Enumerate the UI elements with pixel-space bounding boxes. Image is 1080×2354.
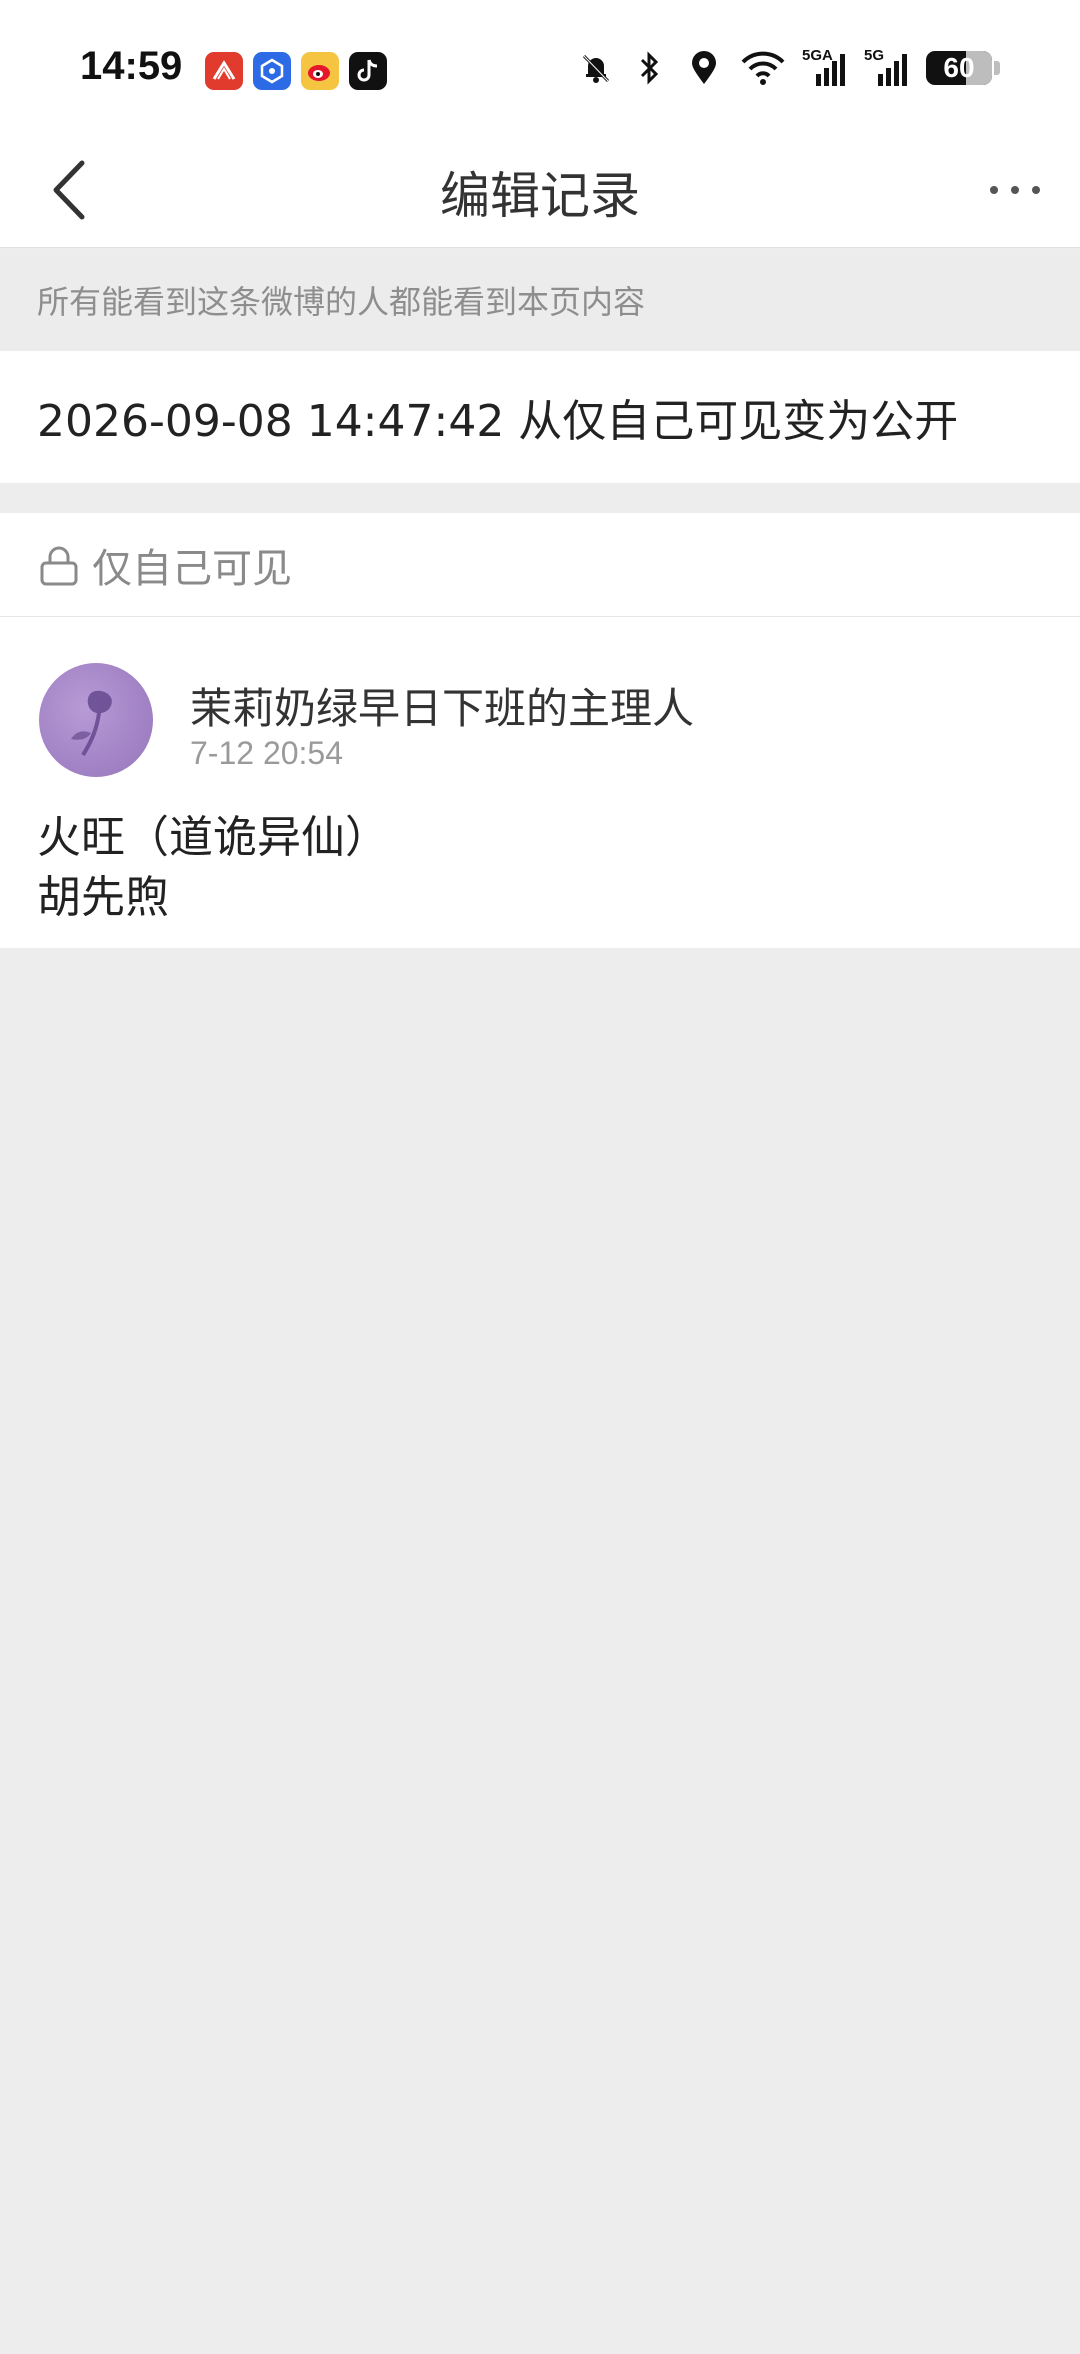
bluetooth-icon xyxy=(630,48,670,88)
screen: 14:59 5GA 5G 60 编辑记录 所有能看到这条微博的人都能看到本页内容… xyxy=(0,0,1080,2354)
post-body-line: 胡先煦 xyxy=(37,872,169,923)
notification-app-icons xyxy=(205,52,387,90)
app-store-icon xyxy=(253,52,291,90)
more-dot-icon xyxy=(1032,186,1040,194)
page-title: 编辑记录 xyxy=(440,167,640,225)
signal-5ga-icon: 5GA xyxy=(802,48,850,88)
battery-indicator: 60 xyxy=(926,51,992,85)
mute-bell-icon xyxy=(576,48,616,88)
post-card[interactable]: 仅自己可见 茉莉奶绿早日下班的主理人 7-12 20:54 火旺（道诡异仙） 胡… xyxy=(0,513,1080,948)
rose-silhouette-icon xyxy=(71,690,112,757)
status-bar: 14:59 5GA 5G 60 xyxy=(0,0,1080,130)
battery-level: 60 xyxy=(943,52,975,83)
weibo-app-icon xyxy=(301,52,339,90)
more-options-button[interactable] xyxy=(970,150,1060,230)
more-dot-icon xyxy=(1011,186,1019,194)
tiktok-app-icon xyxy=(349,52,387,90)
post-timestamp: 7-12 20:54 xyxy=(190,735,344,771)
visibility-label: 仅自己可见 xyxy=(92,545,292,592)
more-dot-icon xyxy=(990,186,998,194)
nav-bar: 编辑记录 xyxy=(0,130,1080,248)
visibility-row: 仅自己可见 xyxy=(0,513,1080,617)
wifi-icon xyxy=(738,48,788,88)
post-body: 火旺（道诡异仙） 胡先煦 xyxy=(37,808,389,928)
author-row: 茉莉奶绿早日下班的主理人 7-12 20:54 xyxy=(0,663,1080,783)
signal-5g-icon: 5G xyxy=(864,48,912,88)
edit-record-entry: 2026-09-08 14:47:42 从仅自己可见变为公开 xyxy=(0,351,1080,483)
lock-icon xyxy=(40,546,78,585)
system-icons: 5GA 5G 60 xyxy=(576,48,1000,88)
battery-tip xyxy=(994,61,1000,75)
location-icon xyxy=(684,48,724,88)
author-name[interactable]: 茉莉奶绿早日下班的主理人 xyxy=(190,675,694,736)
chaoxing-app-icon xyxy=(205,52,243,90)
status-time: 14:59 xyxy=(80,44,183,88)
post-body-line: 火旺（道诡异仙） xyxy=(37,812,389,863)
visibility-notice: 所有能看到这条微博的人都能看到本页内容 xyxy=(0,249,1080,351)
avatar[interactable] xyxy=(39,663,153,777)
